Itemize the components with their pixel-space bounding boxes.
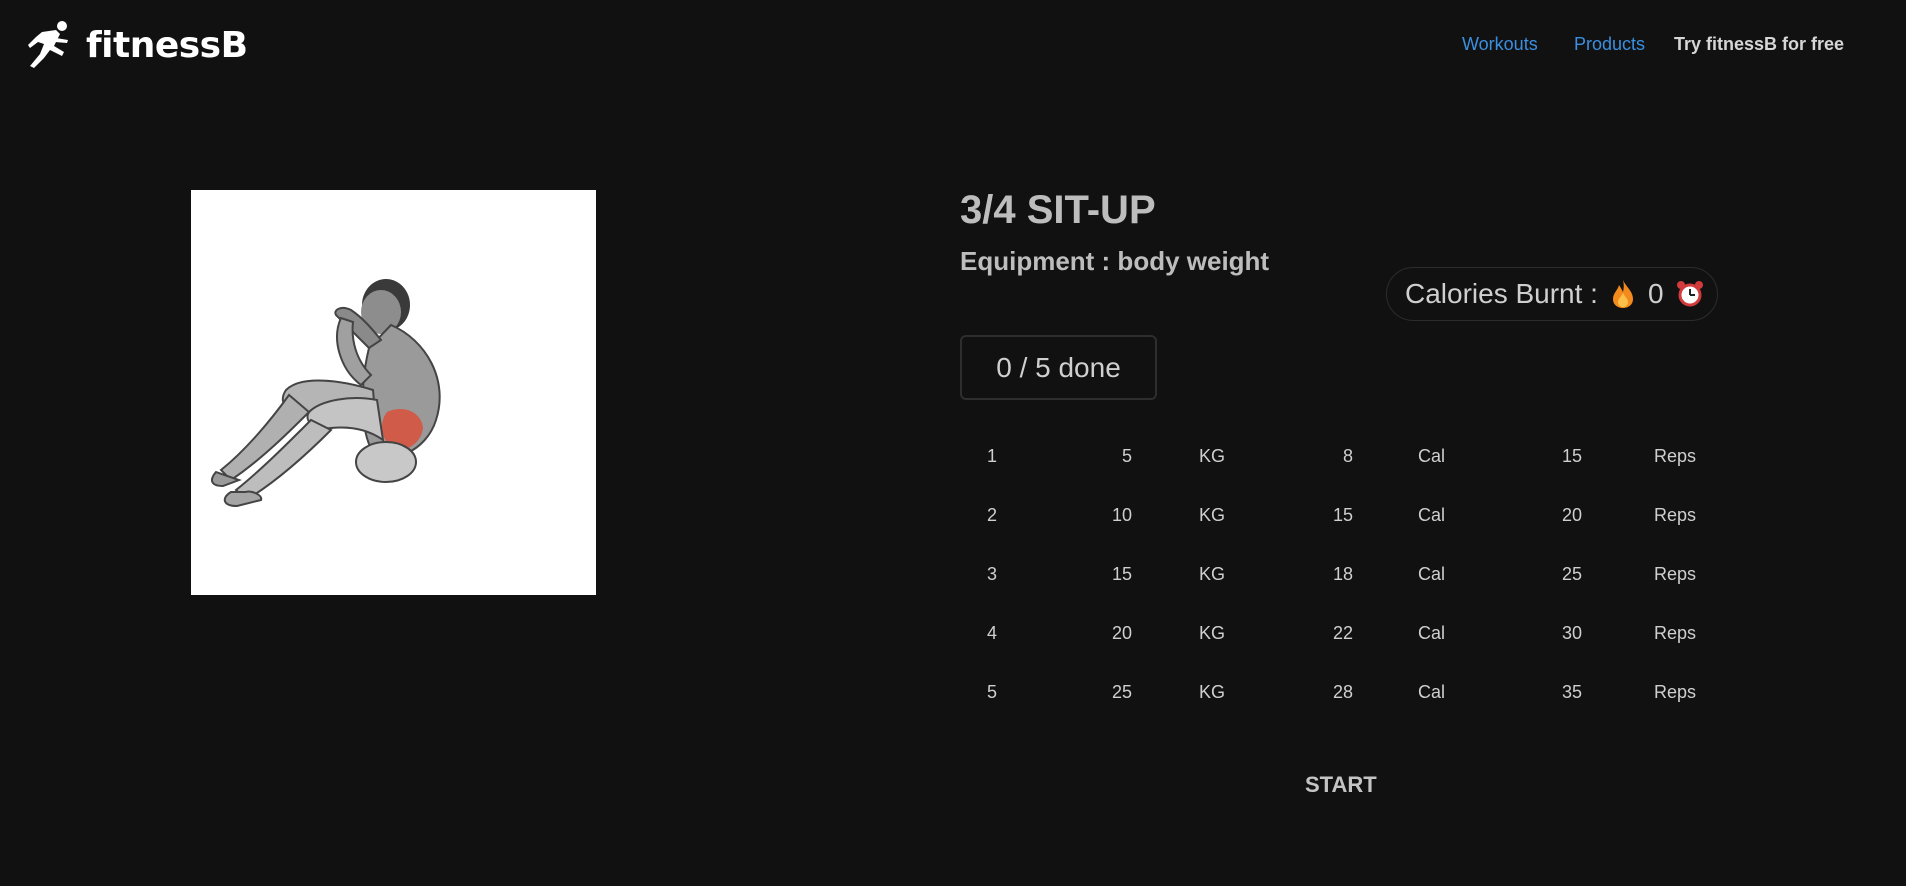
table-row: 5 25 KG 28 Cal 35 Reps [960,674,1760,733]
brand-name: fitnessB [86,24,248,66]
sets-table: 1 5 KG 8 Cal 15 Reps 2 10 KG 15 Cal 20 R… [960,438,1760,733]
flame-icon [1612,280,1633,308]
reps-unit: Reps [1654,623,1697,643]
exercise-image [191,190,596,595]
calories-unit: Cal [1418,446,1446,466]
equipment-label: Equipment : body weight [960,246,1270,276]
alarm-clock-icon [1676,281,1703,307]
weight-unit: KG [1199,446,1226,466]
weight-unit: KG [1199,564,1226,584]
reps-unit: Reps [1654,682,1697,702]
set-calories: 15 [1332,505,1353,525]
table-row: 3 15 KG 18 Cal 25 Reps [960,556,1760,615]
runner-logo-icon [28,21,68,68]
calories-value: 0 [1647,278,1664,309]
weight-unit: KG [1199,682,1226,702]
set-reps: 15 [1561,446,1582,466]
set-calories: 8 [1342,446,1353,466]
calories-label: Calories Burnt : [1405,278,1598,309]
try-free-button[interactable]: Try fitnessB for free [1674,34,1844,55]
table-row: 4 20 KG 22 Cal 30 Reps [960,615,1760,674]
set-number: 3 [987,564,998,584]
set-reps: 25 [1561,564,1582,584]
weight-unit: KG [1199,505,1226,525]
calories-unit: Cal [1418,505,1446,525]
set-number: 4 [987,623,998,643]
calories-burnt: Calories Burnt : 0 [1386,267,1718,321]
calories-unit: Cal [1418,682,1446,702]
set-reps: 20 [1561,505,1582,525]
weight-unit: KG [1199,623,1226,643]
reps-unit: Reps [1654,564,1697,584]
set-calories: 18 [1332,564,1353,584]
reps-unit: Reps [1654,446,1697,466]
set-weight: 10 [1111,505,1132,525]
table-row: 1 5 KG 8 Cal 15 Reps [960,438,1760,497]
set-number: 5 [987,682,998,702]
calories-unit: Cal [1418,623,1446,643]
progress-done: 0 / 5 done [960,335,1157,400]
set-number: 2 [987,505,998,525]
start-button[interactable]: START [1305,772,1377,798]
exercise-title: 3/4 SIT-UP [960,188,1156,232]
set-reps: 30 [1561,623,1582,643]
set-weight: 15 [1111,564,1132,584]
calories-unit: Cal [1418,564,1446,584]
set-calories: 22 [1332,623,1353,643]
set-reps: 35 [1561,682,1582,702]
set-weight: 25 [1111,682,1132,702]
set-number: 1 [987,446,998,466]
situp-illustration-icon [210,279,441,508]
brand-logo[interactable]: fitnessB [22,18,248,72]
nav-link-workouts[interactable]: Workouts [1462,34,1538,55]
reps-unit: Reps [1654,505,1697,525]
set-calories: 28 [1332,682,1353,702]
set-weight: 20 [1111,623,1132,643]
page: fitnessB Workouts Products Try fitnessB … [0,0,1906,886]
set-weight: 5 [1121,446,1132,466]
table-row: 2 10 KG 15 Cal 20 Reps [960,497,1760,556]
nav-link-products[interactable]: Products [1574,34,1645,55]
